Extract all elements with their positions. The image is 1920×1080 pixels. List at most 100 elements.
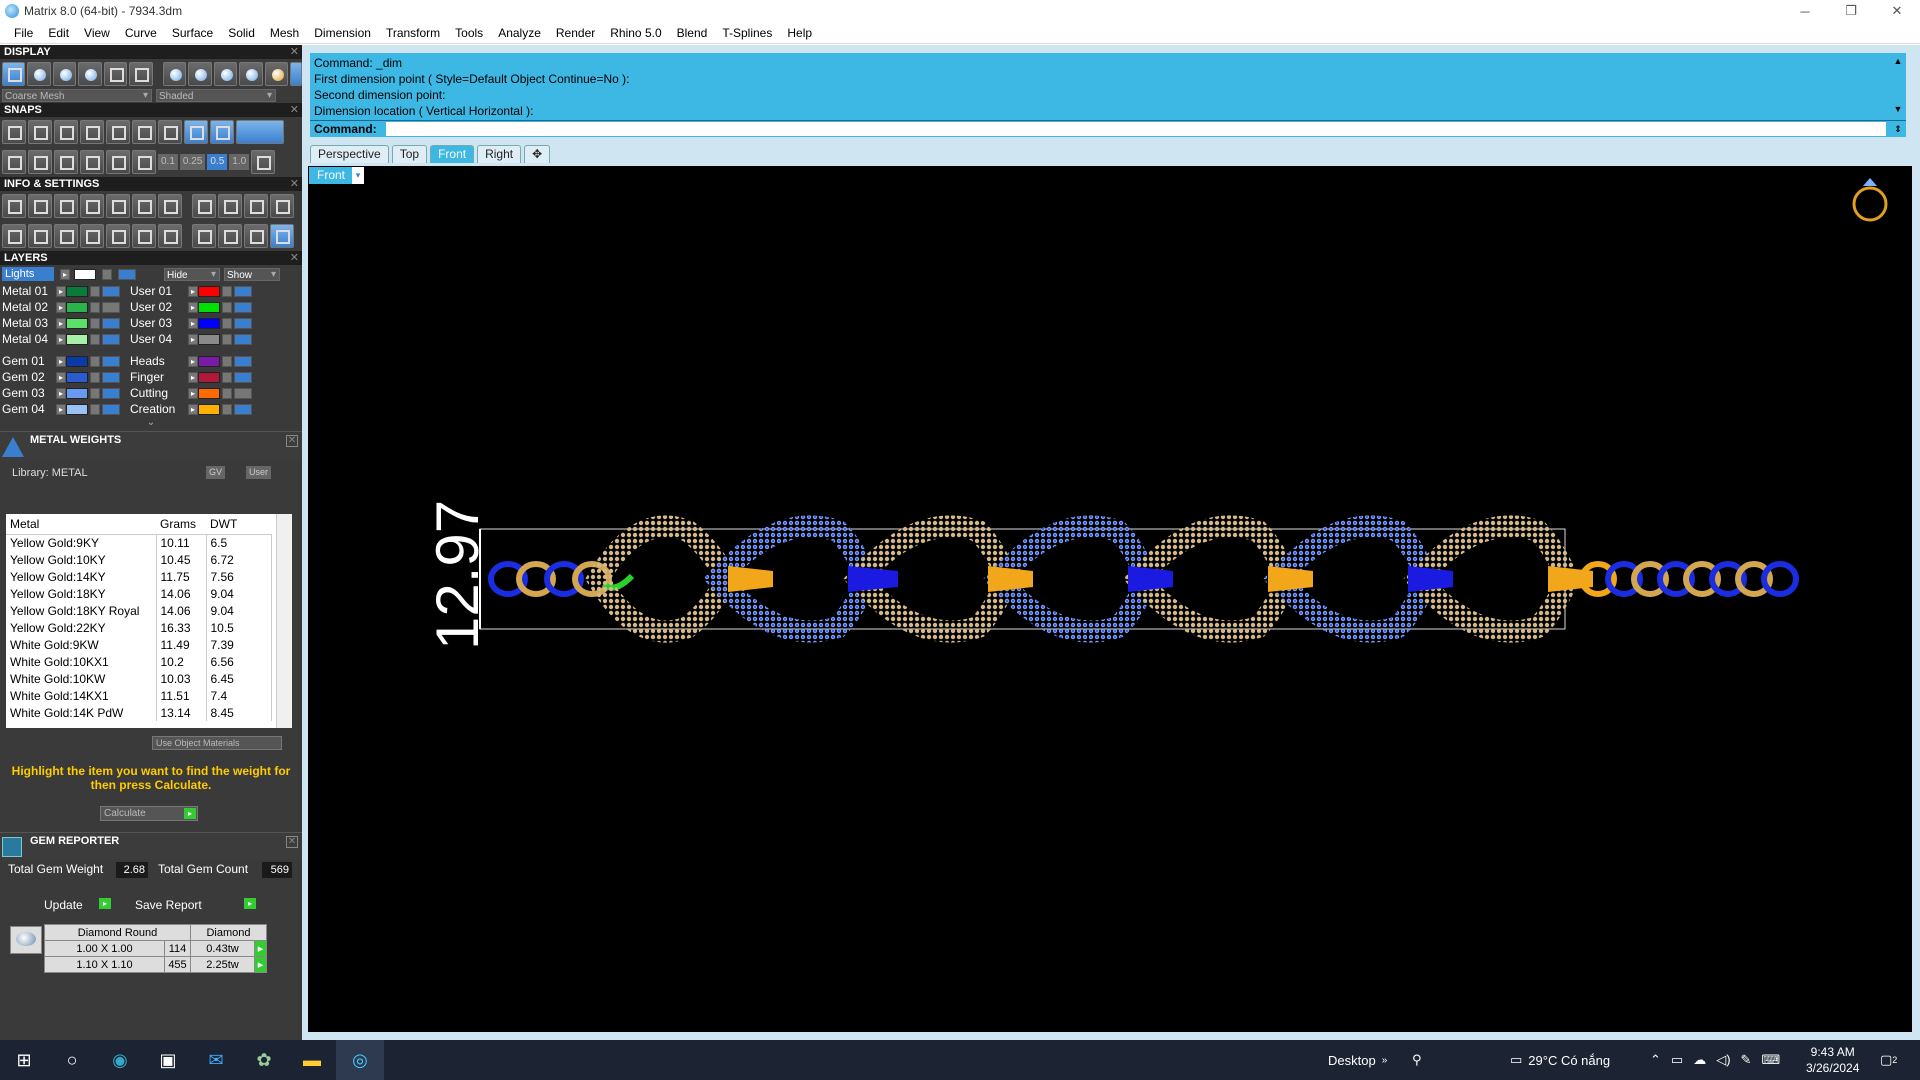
menu-solid[interactable]: Solid	[220, 26, 262, 40]
arrow-icon[interactable]: ▸	[188, 333, 198, 345]
snap-ortho-toggle[interactable]	[236, 120, 284, 144]
layer-row[interactable]: Creation ▸	[130, 401, 252, 417]
menu-blend[interactable]: Blend	[669, 26, 715, 40]
tools-icon[interactable]	[192, 194, 216, 218]
menu-help[interactable]: Help	[779, 26, 819, 40]
col-metal[interactable]: Metal	[6, 514, 156, 535]
gem-icon[interactable]	[54, 224, 78, 248]
visible-toggle[interactable]	[102, 355, 120, 367]
lock-icon[interactable]	[90, 285, 100, 297]
lock-icon[interactable]	[222, 371, 232, 383]
layer-color[interactable]	[66, 301, 88, 313]
cloud-icon[interactable]: ☁	[1693, 1052, 1706, 1068]
metal-row[interactable]: White Gold:14KX1 11.51 7.4	[6, 687, 272, 704]
lock-icon[interactable]	[90, 317, 100, 329]
layer-row[interactable]: Metal 03 ▸	[2, 315, 120, 331]
viewport-label[interactable]: Front ▾	[309, 167, 364, 184]
menu-dimension[interactable]: Dimension	[306, 26, 378, 40]
lock-icon[interactable]	[222, 333, 232, 345]
layer-row[interactable]: Metal 01 ▸	[2, 283, 120, 299]
lock-icon[interactable]	[222, 285, 232, 297]
layer-row[interactable]: Finger ▸	[130, 369, 252, 385]
pen-icon[interactable]: ✎	[1741, 1052, 1752, 1068]
snap-value-3[interactable]: 1.0	[229, 154, 250, 170]
pencil-icon[interactable]	[132, 194, 156, 218]
cube-icon[interactable]	[158, 194, 182, 218]
menu-file[interactable]: File	[6, 26, 40, 40]
visible-toggle[interactable]	[118, 268, 136, 280]
lock-icon[interactable]	[222, 387, 232, 399]
front-viewport[interactable]: 12.97	[308, 166, 1912, 1032]
grid-display-icon[interactable]	[129, 62, 153, 86]
arrow-icon[interactable]: ▸	[56, 403, 66, 415]
layer-color[interactable]	[198, 285, 220, 297]
lock-icon[interactable]	[222, 301, 232, 313]
visible-toggle[interactable]	[102, 285, 120, 297]
matrix-app-icon[interactable]: ◎	[336, 1040, 384, 1080]
metal-row[interactable]: White Gold:10KW 10.03 6.45	[6, 670, 272, 687]
sphere-display-icon[interactable]	[52, 62, 77, 86]
layers-icon[interactable]	[54, 194, 78, 218]
layer-color[interactable]	[198, 301, 220, 313]
arrow-icon[interactable]: ▸	[56, 333, 66, 345]
menu-mesh[interactable]: Mesh	[262, 26, 306, 40]
layer-row[interactable]: Gem 03 ▸	[2, 385, 120, 401]
calculate-button[interactable]: Calculate ▸	[100, 806, 198, 821]
record-icon[interactable]	[270, 194, 294, 218]
mail-icon[interactable]: ✉	[192, 1040, 240, 1080]
settings-gear-icon[interactable]	[2, 194, 26, 218]
layer-row[interactable]: Metal 02 ▸	[2, 299, 120, 315]
hide-button[interactable]: Hide	[164, 267, 220, 281]
user-toggle[interactable]: User	[246, 466, 272, 479]
layer-color[interactable]	[66, 333, 88, 345]
close-icon[interactable]: ✕	[286, 435, 298, 447]
metal-row[interactable]: White Gold:10KX1 10.2 6.56	[6, 653, 272, 670]
snap-curve-icon[interactable]	[28, 120, 52, 144]
edge-icon[interactable]: ◉	[96, 1040, 144, 1080]
store-icon[interactable]: ▣	[144, 1040, 192, 1080]
snap-vertical-icon[interactable]	[132, 150, 156, 174]
snap-mid-icon[interactable]	[184, 120, 208, 144]
close-icon[interactable]: ✕	[290, 251, 299, 265]
command-input[interactable]	[386, 122, 1886, 136]
snap-value-0[interactable]: 0.1	[158, 154, 178, 170]
layer-row[interactable]: Gem 04 ▸	[2, 401, 120, 417]
menu-transform[interactable]: Transform	[378, 26, 447, 40]
layer-color[interactable]	[198, 387, 220, 399]
restore-button[interactable]: ❐	[1828, 0, 1874, 22]
close-icon[interactable]: ✕	[290, 103, 299, 117]
arrow-icon[interactable]: ▸	[188, 403, 198, 415]
col-dwt[interactable]: DWT	[206, 514, 272, 535]
menu-view[interactable]: View	[76, 26, 117, 40]
save-report-button[interactable]: Save Report ▸	[135, 897, 257, 913]
visible-toggle[interactable]	[102, 387, 120, 399]
select-icon[interactable]	[270, 224, 294, 248]
arrow-icon[interactable]: ▸	[188, 301, 198, 313]
menu-surface[interactable]: Surface	[164, 26, 220, 40]
collapse-chevron-icon[interactable]: ⌄	[0, 417, 302, 431]
arrow-icon[interactable]: ▸	[56, 285, 66, 297]
gv-toggle[interactable]: GV	[206, 466, 226, 479]
menu-analyze[interactable]: Analyze	[490, 26, 548, 40]
col-grams[interactable]: Grams	[156, 514, 206, 535]
gem-row[interactable]: 1.10 X 1.10 455 2.25tw ▸	[44, 956, 267, 973]
camera-display-icon[interactable]	[103, 62, 128, 86]
ring-view-icon[interactable]	[1852, 178, 1888, 222]
menu-render[interactable]: Render	[548, 26, 602, 40]
snap-grid-icon[interactable]	[2, 150, 26, 174]
snap-value-1[interactable]: 0.25	[179, 154, 206, 170]
lock-icon[interactable]	[90, 333, 100, 345]
metal-row[interactable]: White Gold:14K PdW 13.14 8.45	[6, 704, 272, 721]
table-scrollbar[interactable]	[276, 514, 292, 728]
close-icon[interactable]: ✕	[286, 836, 298, 848]
visible-toggle[interactable]	[102, 371, 120, 383]
visible-toggle[interactable]	[102, 403, 120, 415]
metal-row[interactable]: White Gold:9KW 11.49 7.39	[6, 636, 272, 653]
metal-row[interactable]: Yellow Gold:9KY 10.11 6.5	[6, 534, 272, 551]
lock-icon[interactable]	[90, 403, 100, 415]
visible-toggle[interactable]	[234, 387, 252, 399]
close-button[interactable]: ✕	[1874, 0, 1920, 22]
lights-layer[interactable]: Lights	[2, 267, 54, 281]
copy-icon[interactable]	[244, 194, 268, 218]
points-icon[interactable]	[218, 224, 242, 248]
